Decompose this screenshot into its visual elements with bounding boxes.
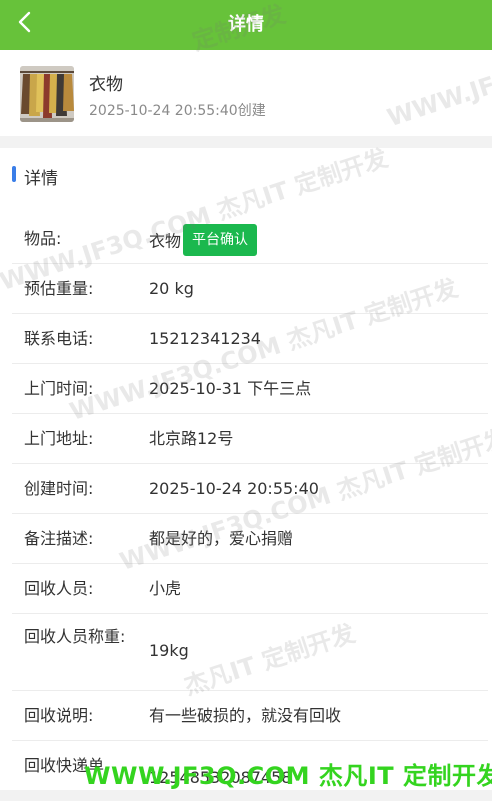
- field-value: 2025-10-24 20:55:40: [149, 479, 319, 498]
- clothes-image: [20, 66, 74, 122]
- field-row-remark: 备注描述: 都是好的，爱心捐赠: [12, 514, 488, 564]
- item-value: 衣物: [149, 231, 182, 251]
- page-title: 详情: [228, 14, 264, 35]
- section-accent-bar: [12, 166, 16, 182]
- field-label: 回收说明:: [24, 706, 94, 725]
- field-value: 有一些破损的，就没有回收: [149, 706, 342, 725]
- field-label: 上门时间:: [24, 379, 94, 398]
- field-row-collector-note: 回收说明: 有一些破损的，就没有回收: [12, 691, 488, 741]
- field-row-weight: 预估重量: 20 kg: [12, 264, 488, 314]
- field-value: 19kg: [149, 641, 189, 660]
- field-label: 联系电话:: [24, 329, 94, 348]
- field-label: 回收人员:: [24, 579, 94, 598]
- created-time: 2025-10-24 20:55:40创建: [89, 103, 266, 119]
- field-row-item: 物品: 衣物 平台确认: [12, 214, 488, 264]
- field-label: 预估重量:: [24, 279, 94, 298]
- field-label: 上门地址:: [24, 429, 94, 448]
- divider: [0, 136, 492, 148]
- order-summary: 衣物 2025-10-24 20:55:40创建: [0, 50, 492, 136]
- field-label: 物品:: [24, 229, 62, 248]
- field-value: 都是好的，爱心捐赠: [149, 529, 294, 548]
- field-value: 2025-10-31 下午三点: [149, 379, 312, 398]
- field-label: 备注描述:: [24, 529, 94, 548]
- field-label: 回收人员称重:: [24, 627, 126, 646]
- item-name: 衣物: [89, 75, 123, 95]
- field-value: 北京路12号: [149, 429, 234, 448]
- field-value: 衣物 平台确认: [149, 224, 258, 258]
- platform-confirm-badge: 平台确认: [183, 224, 258, 256]
- top-bar: 详情: [0, 0, 492, 50]
- field-row-created: 创建时间: 2025-10-24 20:55:40: [12, 464, 488, 514]
- detail-panel: 详情 物品: 衣物 平台确认 预估重量: 20 kg 联系电话: 15212341…: [0, 148, 492, 790]
- footer-watermark: WWW.JF3Q.COM 杰凡IT 定制开发: [84, 762, 492, 790]
- item-thumbnail[interactable]: [20, 66, 74, 122]
- phone-value[interactable]: 15212341234: [149, 326, 261, 352]
- field-row-phone: 联系电话: 15212341234: [12, 314, 488, 364]
- field-value: 20 kg: [149, 279, 194, 298]
- field-row-collector: 回收人员: 小虎: [12, 564, 488, 614]
- field-row-visit-time: 上门时间: 2025-10-31 下午三点: [12, 364, 488, 414]
- section-title: 详情: [24, 169, 58, 189]
- field-label: 创建时间:: [24, 479, 94, 498]
- field-row-address: 上门地址: 北京路12号: [12, 414, 488, 464]
- field-value: 小虎: [149, 579, 182, 598]
- field-row-collector-weight: 回收人员称重: 19kg: [12, 614, 488, 691]
